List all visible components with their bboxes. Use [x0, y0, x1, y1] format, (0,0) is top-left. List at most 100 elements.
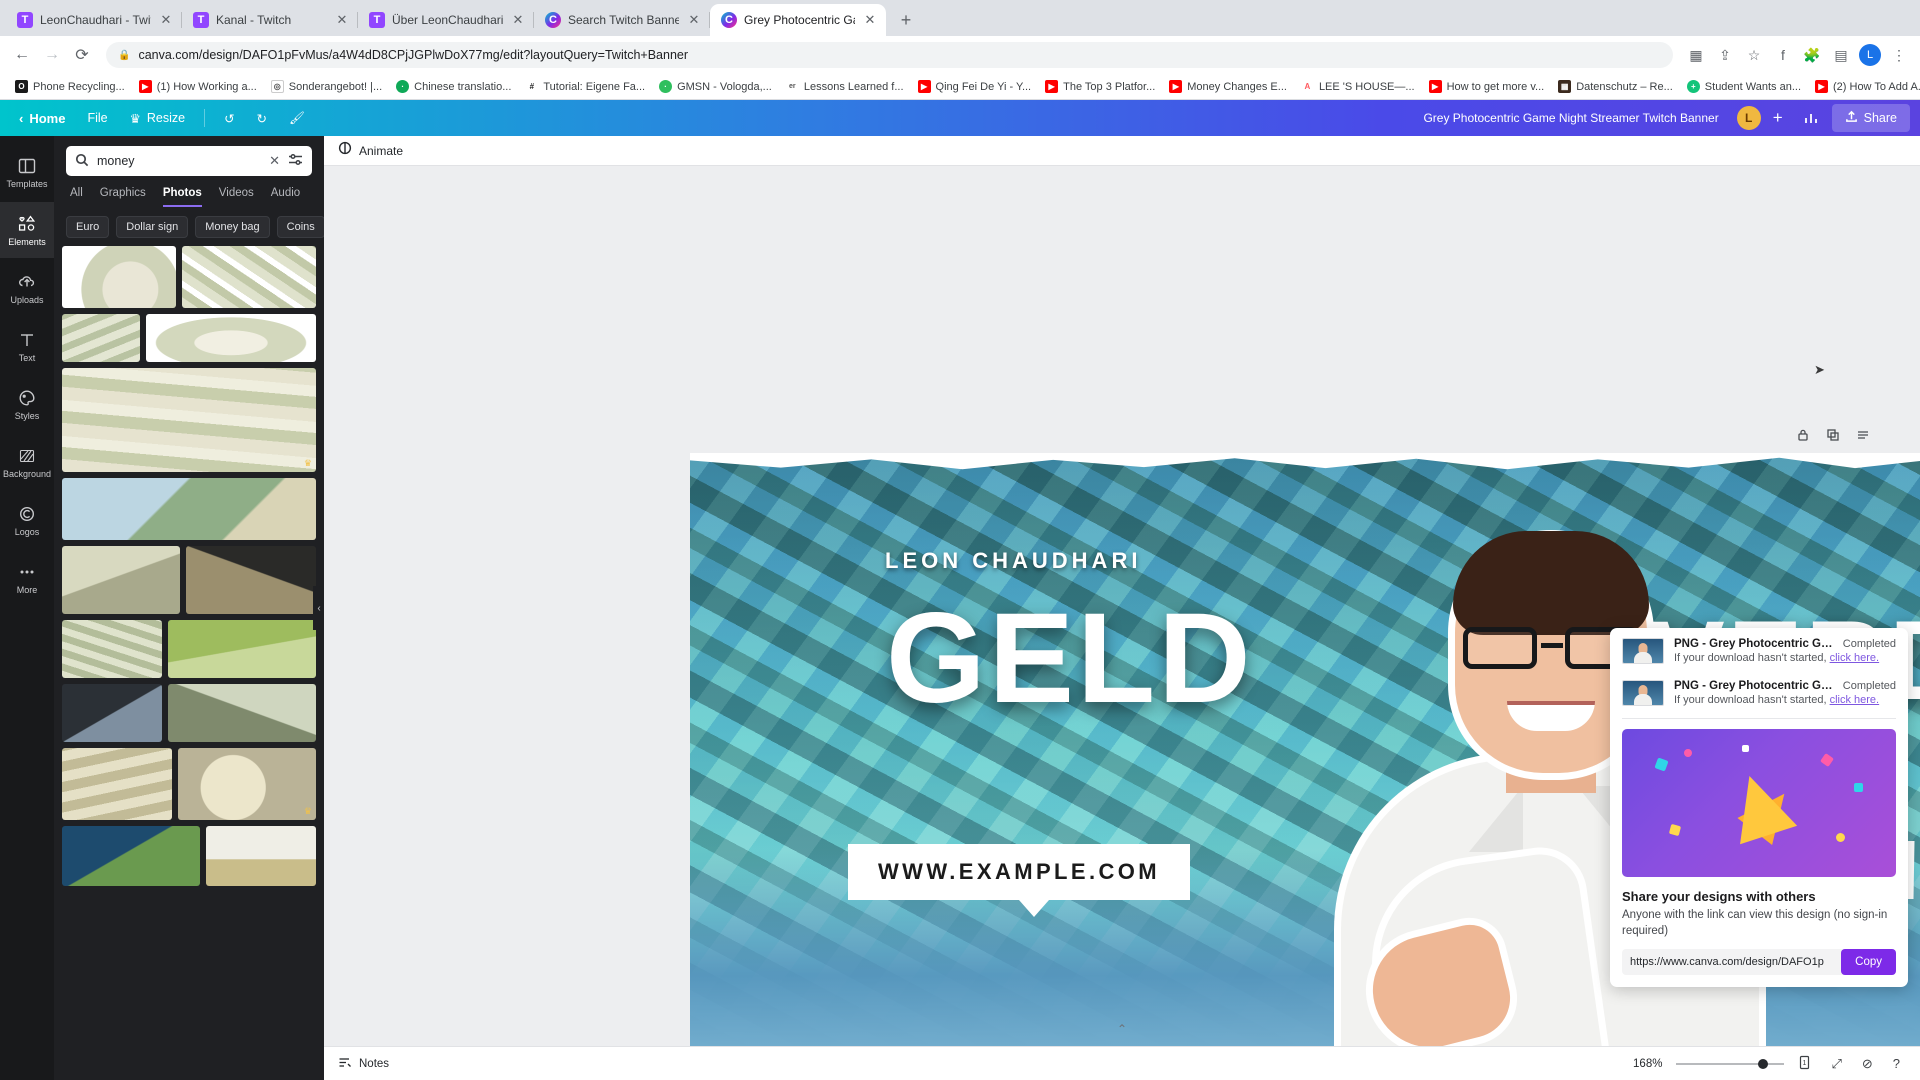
- bookmark-item[interactable]: ▦ Datenschutz – Re...: [1551, 80, 1680, 93]
- close-x-icon[interactable]: ✕: [269, 153, 280, 169]
- sidebar-item-uploads[interactable]: Uploads: [0, 260, 54, 316]
- chip-euro[interactable]: Euro: [66, 216, 110, 238]
- facebook-icon[interactable]: f: [1770, 42, 1796, 68]
- tab-audio[interactable]: Audio: [271, 187, 300, 207]
- zoom-slider[interactable]: [1676, 1058, 1785, 1069]
- download-item[interactable]: PNG - Grey Photocentric Ga... Completed …: [1610, 670, 1908, 712]
- lock-icon[interactable]: [1796, 428, 1810, 445]
- undo-icon[interactable]: ↺: [215, 106, 243, 131]
- search-input[interactable]: money ✕: [66, 146, 312, 176]
- click-here-link[interactable]: click here.: [1830, 694, 1880, 706]
- photo-thumbnail[interactable]: ♛: [178, 748, 316, 820]
- bookmark-item[interactable]: ▶ Money Changes E...: [1162, 80, 1294, 93]
- photo-thumbnail[interactable]: [182, 246, 316, 308]
- browser-tab[interactable]: T LeonChaudhari - Twitch ✕: [6, 4, 182, 36]
- sidebar-item-text[interactable]: Text: [0, 318, 54, 374]
- click-here-link[interactable]: click here.: [1830, 652, 1880, 664]
- chip-money-bag[interactable]: Money bag: [195, 216, 270, 238]
- photo-thumbnail[interactable]: [168, 684, 316, 742]
- share-button[interactable]: Share: [1831, 104, 1910, 132]
- page-count-icon[interactable]: 1: [1792, 1055, 1817, 1073]
- animate-label[interactable]: Animate: [359, 144, 403, 158]
- close-icon[interactable]: ✕: [510, 12, 526, 28]
- tab-videos[interactable]: Videos: [219, 187, 254, 207]
- bar-chart-icon[interactable]: [1795, 106, 1828, 130]
- filter-sliders-icon[interactable]: [288, 153, 303, 169]
- chip-coins[interactable]: Coins: [276, 216, 324, 238]
- photo-thumbnail[interactable]: [62, 826, 200, 886]
- photo-thumbnail[interactable]: [62, 684, 162, 742]
- sidebar-item-more[interactable]: More: [0, 550, 54, 606]
- duplicate-icon[interactable]: [1826, 428, 1840, 445]
- chip-dollar-sign[interactable]: Dollar sign: [116, 216, 189, 238]
- sidebar-item-templates[interactable]: Templates: [0, 144, 54, 200]
- photo-thumbnail[interactable]: [62, 246, 176, 308]
- back-icon[interactable]: ←: [8, 41, 36, 69]
- reload-icon[interactable]: ⟳: [68, 41, 96, 69]
- photo-thumbnail[interactable]: [62, 748, 172, 820]
- bookmark-item[interactable]: ▶ (2) How To Add A...: [1808, 80, 1920, 93]
- avatar[interactable]: L: [1736, 106, 1761, 130]
- resize-button[interactable]: ♛ Resize: [121, 106, 194, 131]
- photo-thumbnail[interactable]: [62, 314, 140, 362]
- bookmark-item[interactable]: ▶ (1) How Working a...: [132, 80, 264, 93]
- close-icon[interactable]: ✕: [686, 12, 702, 28]
- grid-apps-icon[interactable]: ▦: [1683, 42, 1709, 68]
- tab-photos[interactable]: Photos: [162, 187, 202, 207]
- copy-button[interactable]: Copy: [1841, 948, 1896, 975]
- add-collaborator-button[interactable]: +: [1765, 108, 1791, 128]
- more-horizontal-icon[interactable]: [1856, 428, 1870, 445]
- sidebar-item-logos[interactable]: Logos: [0, 492, 54, 548]
- download-item[interactable]: PNG - Grey Photocentric Ga... Completed …: [1610, 628, 1908, 670]
- bookmark-item[interactable]: · Chinese translatio...: [389, 80, 518, 93]
- profile-avatar-icon[interactable]: L: [1859, 44, 1881, 66]
- photo-thumbnail[interactable]: [62, 620, 162, 678]
- browser-tab-active[interactable]: C Grey Photocentric Game Night ✕: [710, 4, 886, 36]
- bookmark-item[interactable]: · GMSN - Vologda,...: [652, 80, 779, 93]
- share-page-icon[interactable]: ⇪: [1712, 42, 1738, 68]
- share-link-input[interactable]: https://www.canva.com/design/DAFO1p: [1622, 948, 1848, 975]
- new-tab-button[interactable]: +: [892, 6, 920, 34]
- bookmark-item[interactable]: ◎ Sonderangebot! |...: [264, 80, 389, 93]
- question-circle-icon[interactable]: ?: [1887, 1056, 1906, 1071]
- close-icon[interactable]: ✕: [334, 12, 350, 28]
- bookmark-item[interactable]: O Phone Recycling...: [8, 80, 132, 93]
- bookmark-item[interactable]: er Lessons Learned f...: [779, 80, 911, 93]
- photo-thumbnail[interactable]: [168, 620, 316, 678]
- bookmark-item[interactable]: + Student Wants an...: [1680, 80, 1808, 93]
- browser-tab[interactable]: T Kanal - Twitch ✕: [182, 4, 358, 36]
- tab-all[interactable]: All: [70, 187, 83, 207]
- check-circle-icon[interactable]: ⊘: [1856, 1056, 1879, 1072]
- close-icon[interactable]: ✕: [158, 12, 174, 28]
- sidebar-item-styles[interactable]: Styles: [0, 376, 54, 432]
- tab-graphics[interactable]: Graphics: [100, 187, 146, 207]
- zoom-slider-knob[interactable]: [1758, 1058, 1769, 1069]
- notes-button[interactable]: Notes: [338, 1056, 389, 1072]
- split-view-icon[interactable]: ▤: [1828, 42, 1854, 68]
- scroll-up-icon[interactable]: ⌃: [1117, 1022, 1127, 1036]
- file-menu-button[interactable]: File: [78, 106, 116, 130]
- paint-icon[interactable]: 🖌: [280, 106, 314, 131]
- bookmark-item[interactable]: ▶ Qing Fei De Yi - Y...: [911, 80, 1039, 93]
- panel-collapse-button[interactable]: ‹: [313, 586, 324, 630]
- bookmark-item[interactable]: ▶ How to get more v...: [1422, 80, 1552, 93]
- photo-thumbnail[interactable]: [62, 478, 316, 540]
- document-title[interactable]: Grey Photocentric Game Night Streamer Tw…: [1423, 111, 1718, 125]
- redo-icon[interactable]: ↻: [248, 106, 276, 131]
- photo-thumbnail[interactable]: [186, 546, 316, 614]
- photo-thumbnail[interactable]: [146, 314, 316, 362]
- sidebar-item-elements[interactable]: Elements: [0, 202, 54, 258]
- chrome-menu-icon[interactable]: ⋮: [1886, 42, 1912, 68]
- forward-icon[interactable]: →: [38, 41, 66, 69]
- browser-tab[interactable]: T Über LeonChaudhari - Twitch ✕: [358, 4, 534, 36]
- bookmark-item[interactable]: # Tutorial: Eigene Fa...: [518, 80, 652, 93]
- browser-tab[interactable]: C Search Twitch Banner - Canva ✕: [534, 4, 710, 36]
- address-bar[interactable]: 🔒 canva.com/design/DAFO1pFvMus/a4W4dD8CP…: [106, 42, 1673, 68]
- bookmark-item[interactable]: ▶ The Top 3 Platfor...: [1038, 80, 1162, 93]
- photo-thumbnail[interactable]: [62, 546, 180, 614]
- photo-thumbnail[interactable]: [206, 826, 316, 886]
- close-icon[interactable]: ✕: [862, 12, 878, 28]
- expand-icon[interactable]: ⤢: [1825, 1056, 1847, 1072]
- bookmark-item[interactable]: A LEE 'S HOUSE—...: [1294, 80, 1422, 93]
- photo-thumbnail[interactable]: ♛: [62, 368, 316, 472]
